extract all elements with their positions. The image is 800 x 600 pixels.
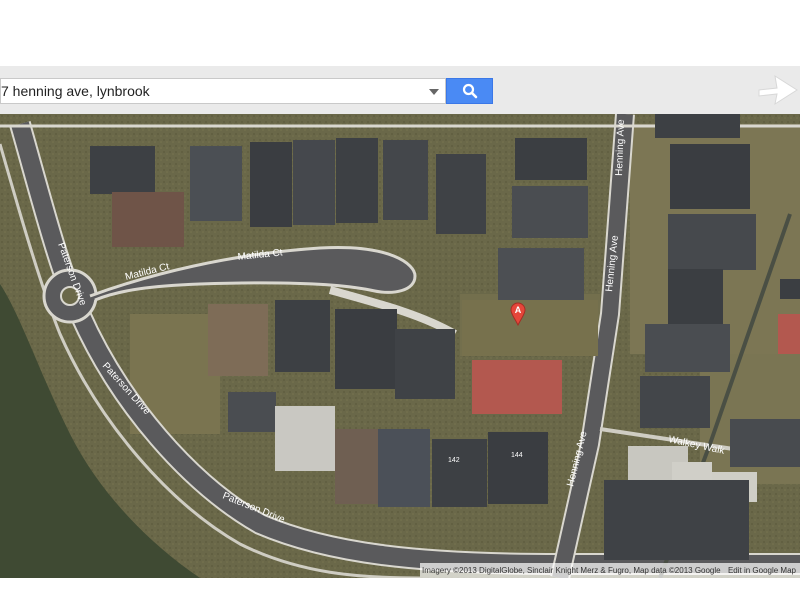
search-input[interactable]: 7 henning ave, lynbrook [0, 78, 446, 104]
location-marker[interactable]: A [510, 302, 526, 326]
street-label-henning-ave-2: Henning Ave [604, 235, 621, 293]
search-icon [462, 83, 477, 99]
street-label-henning-ave-1: Henning Ave [614, 119, 627, 176]
search-toolbar: 7 henning ave, lynbrook [0, 66, 800, 114]
house-number-144: 144 [511, 452, 523, 459]
satellite-map[interactable]: Paterson Drive Paterson Drive Paterson D… [0, 114, 800, 578]
street-labels: Paterson Drive Paterson Drive Paterson D… [55, 119, 726, 526]
search-input-value: 7 henning ave, lynbrook [1, 83, 150, 99]
arrow-logo-icon [758, 74, 798, 106]
street-label-paterson-drive-3: Paterson Drive [221, 491, 287, 526]
edit-in-google-link[interactable]: Edit in Google Map [728, 566, 796, 575]
street-label-matilda-ct-1: Matilda Ct [124, 261, 171, 283]
street-label-henning-ave-3: Henning Ave [565, 430, 589, 488]
chevron-down-icon[interactable] [429, 89, 439, 95]
imagery-credit: Imagery ©2013 DigitalGlobe, Sinclair Kni… [422, 566, 721, 575]
search-button[interactable] [446, 78, 493, 104]
street-label-paterson-drive-1: Paterson Drive [55, 241, 88, 307]
house-number-142: 142 [448, 457, 460, 464]
street-label-matilda-ct-2: Matilda Ct [237, 247, 283, 263]
street-label-paterson-drive-2: Paterson Drive [100, 361, 153, 418]
street-label-walkey-walk: Walkey Walk [667, 434, 726, 457]
map-attribution: Imagery ©2013 DigitalGlobe, Sinclair Kni… [420, 563, 800, 578]
marker-label: A [515, 305, 522, 315]
